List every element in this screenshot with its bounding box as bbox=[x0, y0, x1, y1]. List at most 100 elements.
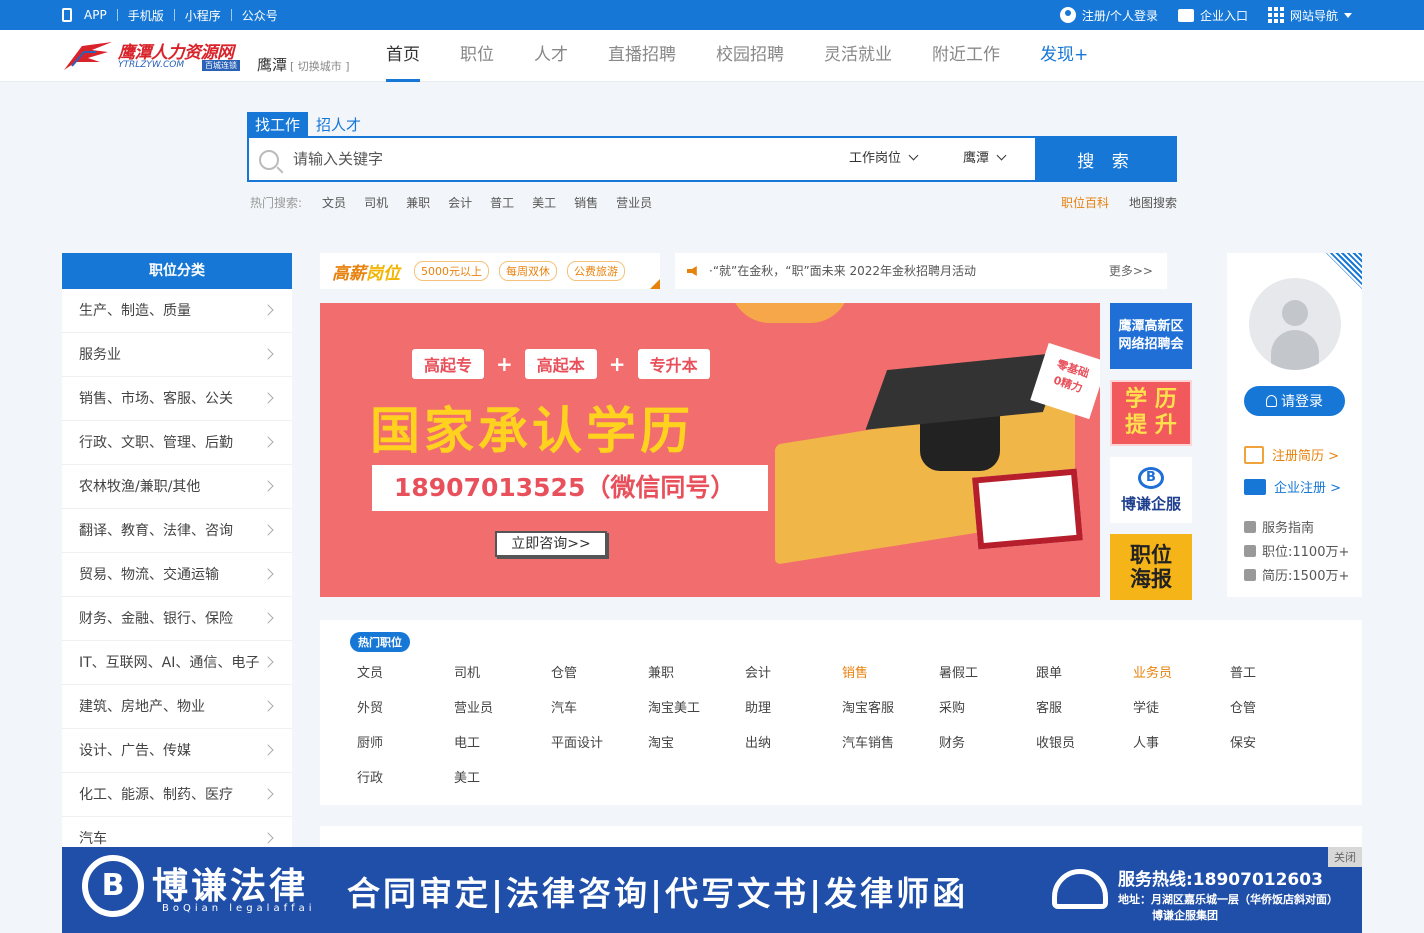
top-link-app[interactable]: APP bbox=[84, 8, 107, 22]
user-icon bbox=[1059, 7, 1076, 23]
category-item[interactable]: 化工、能源、制药、医疗 bbox=[62, 773, 292, 817]
tab-find-talent[interactable]: 招人才 bbox=[308, 112, 369, 137]
hot-job-link[interactable]: 保安 bbox=[1230, 732, 1327, 767]
hot-job-link[interactable]: 助理 bbox=[745, 697, 842, 732]
hot-job-link[interactable]: 跟单 bbox=[1036, 662, 1133, 697]
top-link-official-account[interactable]: 公众号 bbox=[242, 7, 278, 24]
hot-job-link[interactable]: 外贸 bbox=[357, 697, 454, 732]
job-encyclopedia-link[interactable]: 职位百科 bbox=[1061, 194, 1109, 211]
ad-education-upgrade[interactable]: 学 历 提 升 bbox=[1110, 380, 1192, 446]
category-item[interactable]: 贸易、物流、交通运输 bbox=[62, 553, 292, 597]
hot-job-link[interactable]: 汽车 bbox=[551, 697, 648, 732]
register-company-link[interactable]: 企业注册 > bbox=[1244, 477, 1341, 496]
category-item[interactable]: 农林牧渔/兼职/其他 bbox=[62, 465, 292, 509]
hot-job-link[interactable]: 行政 bbox=[357, 767, 454, 802]
city-name: 鹰潭 bbox=[257, 56, 288, 74]
category-item[interactable]: 行政、文职、管理、后勤 bbox=[62, 421, 292, 465]
hot-job-link[interactable]: 厨师 bbox=[357, 732, 454, 767]
nav-home[interactable]: 首页 bbox=[386, 30, 420, 82]
banner-pill: 高起本 bbox=[524, 349, 597, 379]
hot-job-link[interactable]: 平面设计 bbox=[551, 732, 648, 767]
service-guide-link[interactable]: 服务指南 bbox=[1244, 517, 1314, 536]
hot-job-link[interactable]: 会计 bbox=[745, 662, 842, 697]
category-item[interactable]: 服务业 bbox=[62, 333, 292, 377]
hot-job-link[interactable]: 销售 bbox=[842, 662, 939, 697]
hot-job-link[interactable]: 兼职 bbox=[648, 662, 745, 697]
nav-jobs[interactable]: 职位 bbox=[460, 30, 494, 82]
map-search-link[interactable]: 地图搜索 bbox=[1129, 194, 1177, 211]
hot-job-link[interactable]: 美工 bbox=[454, 767, 551, 802]
hot-keyword[interactable]: 销售 bbox=[574, 194, 598, 211]
hot-job-link[interactable]: 业务员 bbox=[1133, 662, 1230, 697]
hot-keyword[interactable]: 普工 bbox=[490, 194, 514, 211]
nav-talent[interactable]: 人才 bbox=[534, 30, 568, 82]
hot-job-link[interactable]: 收银员 bbox=[1036, 732, 1133, 767]
search-button[interactable]: 搜 索 bbox=[1035, 136, 1177, 182]
job-type-select[interactable]: 工作岗位 bbox=[849, 138, 919, 180]
category-item[interactable]: 汽车 bbox=[62, 817, 292, 847]
hot-job-link[interactable]: 人事 bbox=[1133, 732, 1230, 767]
high-pay-strip[interactable]: 高薪岗位 5000元以上 每周双休 公费旅游 bbox=[320, 253, 660, 289]
hot-job-link[interactable]: 电工 bbox=[454, 732, 551, 767]
company-entry-link[interactable]: 企业入口 bbox=[1177, 7, 1248, 24]
high-pay-tag[interactable]: 公费旅游 bbox=[567, 261, 625, 281]
nav-flexible[interactable]: 灵活就业 bbox=[824, 30, 892, 82]
hot-keyword[interactable]: 营业员 bbox=[616, 194, 652, 211]
hot-job-link[interactable]: 淘宝美工 bbox=[648, 697, 745, 732]
nav-campus[interactable]: 校园招聘 bbox=[716, 30, 784, 82]
consult-button[interactable]: 立即咨询>> bbox=[495, 531, 607, 557]
high-pay-tag[interactable]: 5000元以上 bbox=[414, 261, 489, 281]
hot-keyword[interactable]: 文员 bbox=[322, 194, 346, 211]
nav-live-recruit[interactable]: 直播招聘 bbox=[608, 30, 676, 82]
top-link-miniprogram[interactable]: 小程序 bbox=[185, 7, 221, 24]
hot-job-link[interactable]: 学徒 bbox=[1133, 697, 1230, 732]
category-item[interactable]: 生产、制造、质量 bbox=[62, 289, 292, 333]
ad-hightech-job-fair[interactable]: 鹰潭高新区 网络招聘会 bbox=[1110, 303, 1192, 369]
ad-boqian-services[interactable]: B 博谦企服 bbox=[1110, 457, 1192, 523]
hot-job-link[interactable]: 客服 bbox=[1036, 697, 1133, 732]
hot-job-link[interactable]: 淘宝 bbox=[648, 732, 745, 767]
close-ad-button[interactable]: 关闭 bbox=[1328, 847, 1362, 867]
login-button[interactable]: 请登录 bbox=[1244, 386, 1345, 416]
education-banner[interactable]: 高起专 + 高起本 + 专升本 国家承认学历 18907013525（微信同号）… bbox=[320, 303, 1100, 597]
hot-keyword[interactable]: 司机 bbox=[364, 194, 388, 211]
high-pay-tag[interactable]: 每周双休 bbox=[499, 261, 557, 281]
register-resume-link[interactable]: 注册简历 > bbox=[1244, 445, 1339, 464]
nav-nearby[interactable]: 附近工作 bbox=[932, 30, 1000, 82]
category-item[interactable]: 销售、市场、客服、公关 bbox=[62, 377, 292, 421]
category-item[interactable]: 财务、金融、银行、保险 bbox=[62, 597, 292, 641]
category-item[interactable]: 建筑、房地产、物业 bbox=[62, 685, 292, 729]
hot-job-link[interactable]: 司机 bbox=[454, 662, 551, 697]
hot-job-link[interactable]: 淘宝客服 bbox=[842, 697, 939, 732]
nav-discover[interactable]: 发现+ bbox=[1040, 30, 1088, 82]
hot-job-link[interactable]: 文员 bbox=[357, 662, 454, 697]
site-nav-dropdown[interactable]: 网站导航 bbox=[1267, 7, 1352, 24]
hot-job-link[interactable]: 暑假工 bbox=[939, 662, 1036, 697]
notice-text[interactable]: ·“就”在金秋，“职”面未来 2022年金秋招聘月活动 bbox=[709, 264, 976, 278]
hot-job-link[interactable]: 出纳 bbox=[745, 732, 842, 767]
hot-job-link[interactable]: 仓管 bbox=[551, 662, 648, 697]
hot-keyword[interactable]: 会计 bbox=[448, 194, 472, 211]
category-item[interactable]: 设计、广告、传媒 bbox=[62, 729, 292, 773]
hot-job-link[interactable]: 财务 bbox=[939, 732, 1036, 767]
notice-more-link[interactable]: 更多>> bbox=[1109, 253, 1153, 289]
hot-keyword[interactable]: 兼职 bbox=[406, 194, 430, 211]
site-logo[interactable]: 鹰潭人力资源网 YTRLZYW.COM 百城连锁 bbox=[62, 36, 252, 78]
category-item[interactable]: 翻译、教育、法律、咨询 bbox=[62, 509, 292, 553]
qr-code-icon[interactable] bbox=[1326, 253, 1362, 289]
city-select[interactable]: 鹰潭 bbox=[963, 138, 1007, 180]
top-link-mobile[interactable]: 手机版 bbox=[128, 7, 164, 24]
login-link[interactable]: 注册/个人登录 bbox=[1059, 7, 1158, 24]
hot-job-link[interactable]: 仓管 bbox=[1230, 697, 1327, 732]
ad-job-poster[interactable]: 职位 海报 bbox=[1110, 534, 1192, 600]
hot-keyword[interactable]: 美工 bbox=[532, 194, 556, 211]
switch-city-link[interactable]: [ 切换城市 ] bbox=[290, 60, 350, 73]
hot-job-link[interactable]: 采购 bbox=[939, 697, 1036, 732]
hot-job-link[interactable]: 营业员 bbox=[454, 697, 551, 732]
tab-find-job[interactable]: 找工作 bbox=[247, 112, 309, 137]
hot-job-link[interactable]: 汽车销售 bbox=[842, 732, 939, 767]
category-item[interactable]: IT、互联网、AI、通信、电子 bbox=[62, 641, 292, 685]
bottom-ad-bar[interactable]: B 博谦法律 BoQian legalaffai 合同审定|法律咨询|代写文书|… bbox=[62, 847, 1362, 933]
search-input[interactable] bbox=[293, 138, 813, 180]
hot-job-link[interactable]: 普工 bbox=[1230, 662, 1327, 697]
